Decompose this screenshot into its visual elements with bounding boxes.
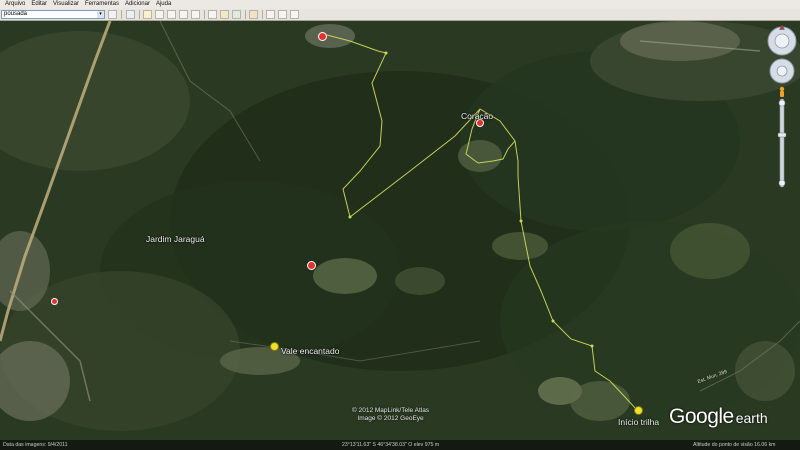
imagery-date: Data das imagens: 9/4/2011 [3,442,68,448]
print-icon[interactable] [278,10,287,19]
pushpin-icon[interactable] [270,342,279,351]
zoom-slider[interactable] [777,98,787,188]
placemark-red-top[interactable] [318,32,327,41]
place-label-vale-encantado[interactable]: Vale encantado [281,346,339,356]
toolbar: pousada ▾ [0,9,800,21]
placemark-red-center[interactable] [307,261,316,270]
copyright-line-1: © 2012 MapLink/Tele Atlas [352,407,430,414]
map-view[interactable]: Jardim Jaraguá Coração Vale encantado In… [0,21,800,440]
copyright-line-2: Image © 2012 GeoEye [357,415,424,422]
toolbar-separator [139,10,140,19]
search-input[interactable]: pousada ▾ [1,10,105,19]
navigation-controls [766,21,800,191]
imagery-copyright: © 2012 MapLink/Tele Atlas Image © 2012 G… [352,407,429,423]
sunlight-icon[interactable] [220,10,229,19]
menu-editar[interactable]: Editar [28,0,50,9]
menu-arquivo[interactable]: Arquivo [2,0,28,9]
sidebar-toggle-icon[interactable] [126,10,135,19]
place-label-inicio-trilha[interactable]: Início trilha [618,417,659,427]
historical-imagery-icon[interactable] [208,10,217,19]
menu-ajuda[interactable]: Ajuda [153,0,174,9]
place-label-coracao[interactable]: Coração [461,111,493,121]
eye-altitude: Altitude do ponto de visão 16.06 km [693,442,776,448]
email-icon[interactable] [266,10,275,19]
toolbar-separator [121,10,122,19]
look-joystick[interactable] [767,25,797,56]
move-joystick[interactable] [769,58,795,84]
search-value: pousada [4,11,28,17]
menu-adicionar[interactable]: Adicionar [122,0,153,9]
chevron-down-icon[interactable]: ▾ [97,11,104,18]
toolbar-separator [245,10,246,19]
add-placemark-icon[interactable] [143,10,152,19]
add-path-icon[interactable] [167,10,176,19]
toolbar-separator [262,10,263,19]
add-polygon-icon[interactable] [155,10,164,19]
logo-earth: earth [735,410,768,426]
view-in-maps-icon[interactable] [290,10,299,19]
status-bar: Data das imagens: 9/4/2011 23°13'11.63" … [0,440,800,450]
planets-icon[interactable] [232,10,241,19]
google-earth-logo: Google earth [669,405,768,429]
record-tour-icon[interactable] [191,10,200,19]
logo-google: Google [669,405,734,428]
ruler-icon[interactable] [249,10,258,19]
search-icon[interactable] [108,10,117,19]
place-label-jardim-jaragua[interactable]: Jardim Jaraguá [146,234,205,244]
cursor-coordinates: 23°13'11.63" S 46°34'38.03" O elev 975 m [342,442,440,448]
satellite-imagery [0,21,800,440]
pushpin-icon[interactable] [634,406,643,415]
add-overlay-icon[interactable] [179,10,188,19]
toolbar-separator [204,10,205,19]
street-view-pegman-icon[interactable] [779,86,785,97]
menu-bar: Arquivo Editar Visualizar Ferramentas Ad… [0,0,800,9]
menu-ferramentas[interactable]: Ferramentas [82,0,122,9]
placemark-red-left[interactable] [51,298,58,305]
menu-visualizar[interactable]: Visualizar [50,0,82,9]
